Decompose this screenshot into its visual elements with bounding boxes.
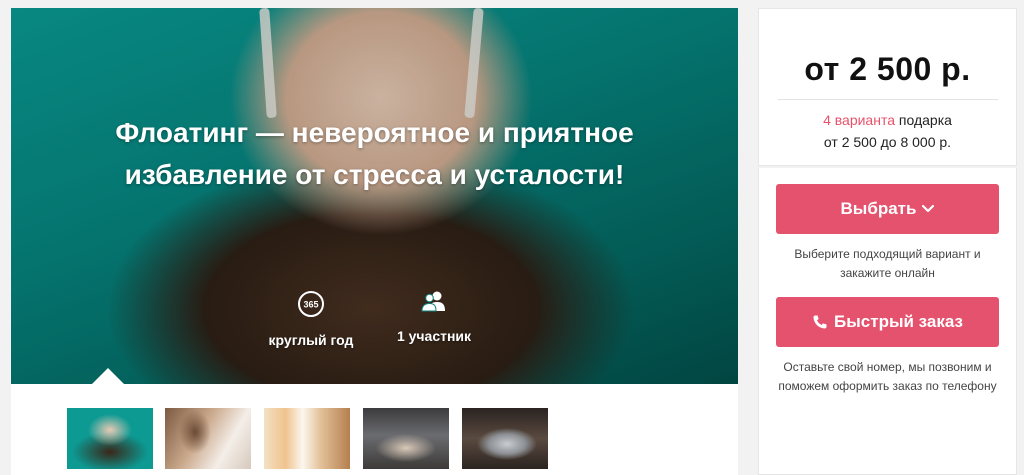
variants-info: 4 варианта подарка от 2 500 до 8 000 р.: [759, 109, 1016, 153]
feature-participants-label: 1 участник: [396, 328, 472, 344]
choose-button-label: Выбрать: [840, 199, 917, 218]
thumbnail-3[interactable]: [264, 408, 350, 469]
quick-order-button-label: Быстрый заказ: [834, 312, 963, 331]
feature-season: 365 круглый год: [261, 290, 361, 348]
participants-icon: [421, 291, 445, 312]
calendar-365-icon: 365: [298, 291, 324, 317]
active-thumbnail-pointer: [91, 368, 125, 384]
price-panel: от 2 500 р. 4 варианта подарка от 2 500 …: [758, 8, 1017, 166]
offer-card: Флоатинг — невероятное и приятное избавл…: [11, 8, 738, 475]
variants-text: подарка: [898, 112, 952, 128]
feature-participants: 1 участник: [389, 290, 479, 344]
phone-icon: [813, 315, 827, 329]
svg-text:365: 365: [303, 300, 318, 310]
hero-overlay: [11, 8, 738, 384]
offer-title: Флоатинг — невероятное и приятное избавл…: [115, 117, 634, 190]
choose-hint: Выберите подходящий вариант и закажите о…: [794, 247, 981, 280]
thumbnail-1[interactable]: [67, 408, 153, 469]
quick-order-hint: Оставьте свой номер, мы позвоним и помож…: [778, 360, 997, 393]
chevron-down-icon: [922, 205, 935, 213]
price-divider: [778, 99, 998, 100]
feature-season-label: круглый год: [268, 332, 354, 348]
thumbnail-2[interactable]: [165, 408, 251, 469]
variants-count-link[interactable]: 4 варианта: [823, 112, 895, 128]
page: Флоатинг — невероятное и приятное избавл…: [0, 0, 1024, 475]
price-range: от 2 500 до 8 000 р.: [823, 134, 952, 150]
choose-button[interactable]: Выбрать: [776, 184, 999, 234]
thumbnail-4[interactable]: [363, 408, 449, 469]
quick-order-button[interactable]: Быстрый заказ: [776, 297, 999, 347]
thumbnail-5[interactable]: [462, 408, 548, 469]
price-label: от 2 500 р.: [804, 51, 971, 87]
hero-image: Флоатинг — невероятное и приятное избавл…: [11, 8, 738, 384]
order-panel: Выбрать Выберите подходящий вариант и за…: [758, 168, 1017, 475]
